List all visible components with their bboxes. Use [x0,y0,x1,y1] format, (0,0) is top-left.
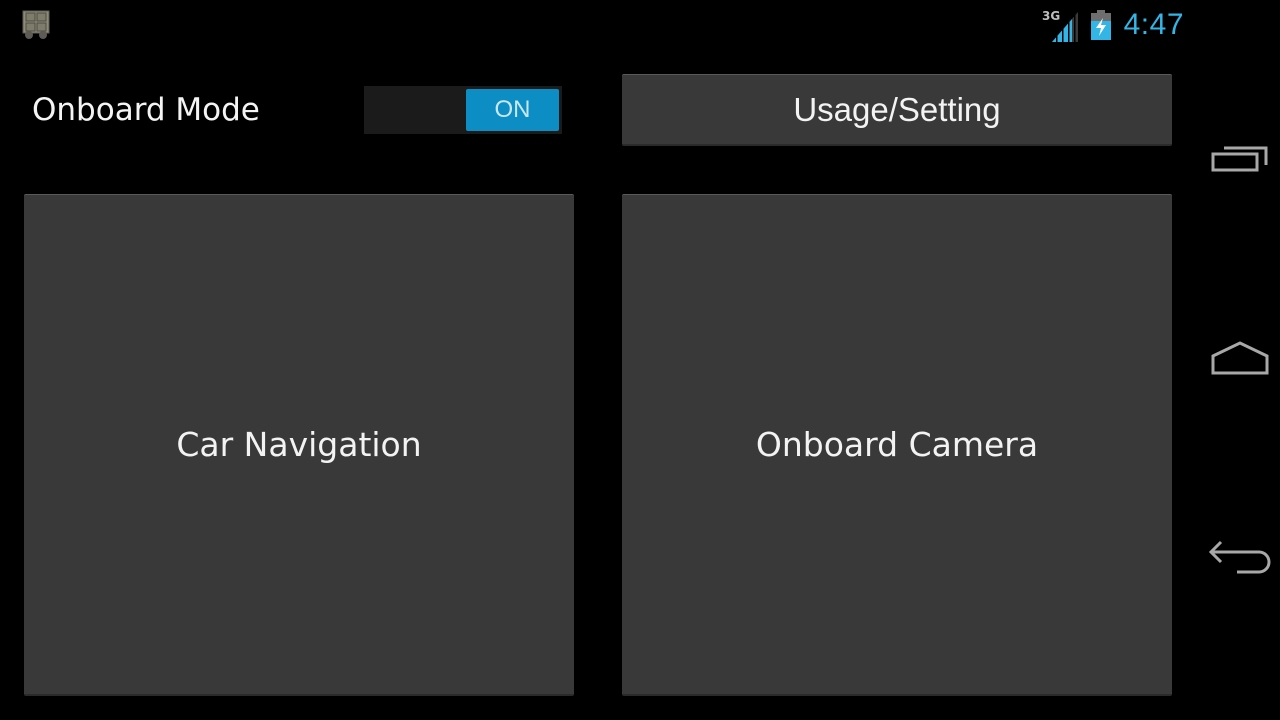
navigation-bar [1200,0,1280,720]
toggle-state-label: ON [494,96,531,123]
status-icons: 3G 4:47 [1042,6,1184,44]
battery-charging-icon [1090,10,1112,40]
onboard-camera-button[interactable]: Onboard Camera [622,194,1172,696]
recent-apps-button[interactable] [1200,120,1280,200]
car-navigation-button[interactable]: Car Navigation [24,194,574,696]
usage-setting-button[interactable]: Usage/Setting [622,74,1172,146]
home-button[interactable] [1200,318,1280,398]
home-icon [1211,341,1269,375]
network-type-label: 3G [1042,9,1060,23]
onboard-mode-toggle[interactable]: ON [364,86,562,134]
status-bar: 3G 4:47 [0,0,1200,50]
toggle-thumb[interactable]: ON [466,89,559,131]
signal-icon: 3G [1042,8,1080,42]
car-navigation-label: Car Navigation [176,425,422,464]
onboard-camera-label: Onboard Camera [755,425,1039,464]
recent-apps-icon [1211,146,1268,172]
back-button[interactable] [1200,518,1280,598]
clock: 4:47 [1123,8,1184,41]
onboard-mode-label: Onboard Mode [32,92,260,128]
car-app-icon [22,10,50,40]
usage-setting-label: Usage/Setting [793,90,1001,128]
back-icon [1208,540,1271,574]
